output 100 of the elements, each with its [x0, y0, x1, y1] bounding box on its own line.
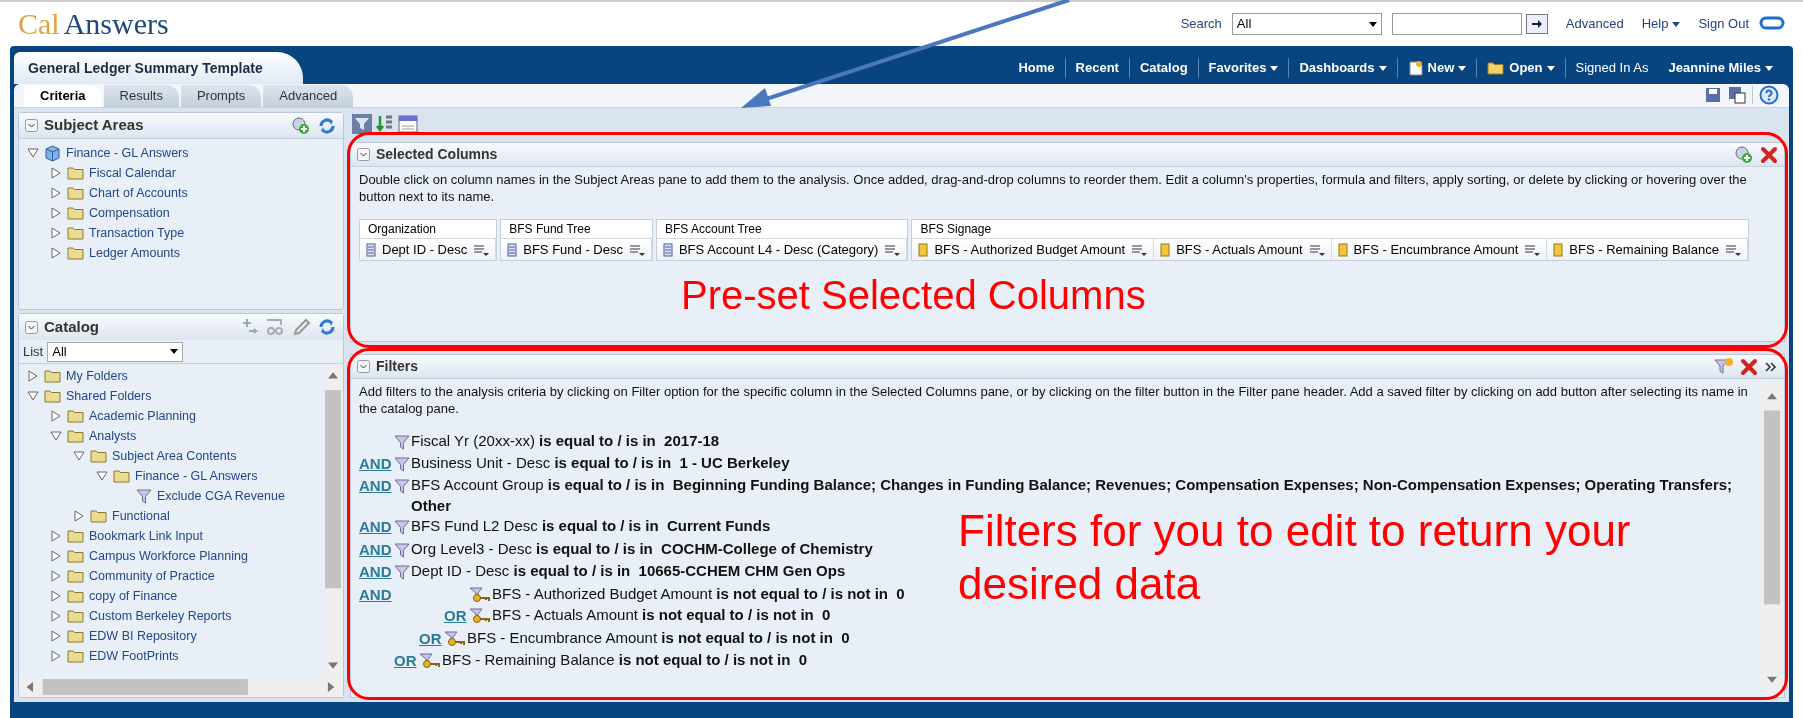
collapsed-triangle-icon[interactable]: [50, 570, 62, 582]
tree-item-label[interactable]: Chart of Accounts: [89, 183, 188, 203]
connector-link[interactable]: AND: [359, 585, 392, 603]
collapsed-triangle-icon[interactable]: [50, 630, 62, 642]
tree-item-label[interactable]: copy of Finance: [89, 586, 178, 606]
connector-link[interactable]: OR: [444, 607, 467, 624]
expanded-triangle-icon[interactable]: [96, 470, 108, 482]
add-icon[interactable]: [291, 115, 311, 136]
save-as-icon[interactable]: [1728, 86, 1746, 104]
refresh-icon[interactable]: [317, 115, 337, 136]
column-chip[interactable]: BFS Account L4 - Desc (Category): [656, 239, 908, 260]
pencil-icon[interactable]: [291, 317, 311, 337]
column-chip[interactable]: BFS - Encumbrance Amount: [1331, 239, 1548, 260]
collapsed-triangle-icon[interactable]: [50, 590, 62, 602]
tree-item-label[interactable]: Analysts: [89, 426, 137, 446]
collapsed-triangle-icon[interactable]: [50, 247, 62, 259]
list-select[interactable]: All: [47, 341, 184, 362]
scrollbar[interactable]: [323, 364, 343, 677]
tree-item-label[interactable]: Transaction Type: [89, 223, 185, 243]
table-icon[interactable]: [398, 114, 418, 134]
nav-link[interactable]: Recent: [1075, 58, 1119, 78]
scrollbar[interactable]: [19, 677, 343, 697]
sort-icon[interactable]: [375, 114, 395, 134]
search-field[interactable]: [1391, 13, 1522, 35]
tree-item-label[interactable]: Ledger Amounts: [89, 243, 181, 263]
nav-link[interactable]: Home: [1018, 58, 1055, 78]
nav-link[interactable]: Catalog: [1139, 58, 1188, 78]
connector-link[interactable]: OR: [394, 652, 417, 669]
expanded-triangle-icon[interactable]: [27, 147, 39, 159]
filter-toolbar-icon[interactable]: [352, 114, 372, 134]
tab[interactable]: Advanced: [263, 85, 354, 107]
search-scope-select[interactable]: All: [1231, 13, 1382, 35]
column-chip[interactable]: BFS - Remaining Balance: [1547, 239, 1748, 260]
expanded-triangle-icon[interactable]: [50, 430, 62, 442]
connector-link[interactable]: OR: [419, 629, 442, 647]
collapsed-triangle-icon[interactable]: [50, 207, 62, 219]
column-chip[interactable]: BFS Fund - Desc: [501, 239, 652, 260]
expanded-triangle-icon[interactable]: [27, 390, 39, 402]
tree-item-label[interactable]: Finance - GL Answers: [66, 143, 189, 163]
tab[interactable]: Results: [103, 85, 179, 107]
connector-link[interactable]: AND: [359, 518, 392, 535]
collapsed-triangle-icon[interactable]: [50, 187, 62, 199]
tree-item-label[interactable]: Campus Workforce Planning: [89, 546, 248, 566]
tab[interactable]: Criteria: [24, 85, 102, 107]
collapsed-triangle-icon[interactable]: [50, 610, 62, 622]
connector-link[interactable]: AND: [359, 540, 392, 558]
collapsed-triangle-icon[interactable]: [73, 510, 85, 522]
tree-item-label[interactable]: Compensation: [89, 203, 170, 223]
nav-link[interactable]: Open: [1509, 58, 1543, 78]
column-chip[interactable]: BFS - Authorized Budget Amount: [912, 239, 1155, 260]
collapse-icon[interactable]: [25, 119, 38, 132]
tree-item-label[interactable]: Functional: [112, 506, 170, 526]
collapsed-triangle-icon[interactable]: [50, 167, 62, 179]
collapsed-triangle-icon[interactable]: [50, 410, 62, 422]
expand-icon[interactable]: [1764, 359, 1778, 374]
add-icon[interactable]: [1734, 144, 1754, 165]
caret-icon: [170, 349, 179, 354]
delete-icon[interactable]: [1760, 145, 1778, 164]
collapsed-triangle-icon[interactable]: [27, 370, 39, 382]
connector-link[interactable]: AND: [359, 454, 392, 472]
refresh-icon[interactable]: [317, 317, 337, 337]
collapsed-triangle-icon[interactable]: [50, 227, 62, 239]
connector-link[interactable]: AND: [359, 477, 392, 494]
collapse-icon[interactable]: [25, 320, 38, 334]
tree-item-label[interactable]: Fiscal Calendar: [89, 163, 176, 183]
expanded-triangle-icon[interactable]: [73, 450, 85, 462]
user-menu[interactable]: Jeannine Miles: [1668, 58, 1761, 78]
tree-item-label[interactable]: Finance - GL Answers: [135, 466, 258, 486]
delete-icon[interactable]: [1740, 357, 1758, 376]
tree-item-label[interactable]: Shared Folders: [66, 386, 152, 406]
header-link[interactable]: Sign Out: [1698, 14, 1749, 34]
tree-item-label[interactable]: EDW FootPrints: [89, 646, 179, 666]
collapsed-triangle-icon[interactable]: [50, 530, 62, 542]
tab[interactable]: Prompts: [180, 85, 262, 107]
nav-link[interactable]: Favorites: [1208, 58, 1267, 78]
add-filter-icon[interactable]: [1714, 356, 1734, 377]
scrollbar[interactable]: [1762, 385, 1782, 691]
tree-item-label[interactable]: Bookmark Link Input: [89, 526, 203, 546]
collapsed-triangle-icon[interactable]: [50, 550, 62, 562]
header-link[interactable]: Advanced: [1565, 14, 1624, 34]
column-chip[interactable]: Dept ID - Desc: [360, 239, 497, 260]
header-link[interactable]: Help: [1641, 14, 1681, 34]
save-icon[interactable]: [1704, 86, 1722, 104]
column-chip[interactable]: BFS - Actuals Amount: [1154, 239, 1332, 260]
nav-link[interactable]: New: [1427, 58, 1455, 78]
help-icon[interactable]: [1759, 85, 1779, 105]
go-button[interactable]: [1525, 14, 1548, 34]
connector-link[interactable]: AND: [359, 563, 392, 580]
tree-item-label[interactable]: EDW BI Repository: [89, 626, 197, 646]
tree-item-label[interactable]: Academic Planning: [89, 406, 196, 426]
nav-link[interactable]: Dashboards: [1299, 58, 1375, 78]
collapse-icon[interactable]: [357, 360, 370, 373]
tree-item-label[interactable]: Subject Area Contents: [112, 446, 237, 466]
tree-item-label[interactable]: Custom Berkeley Reports: [89, 606, 232, 626]
collapse-icon[interactable]: [357, 148, 370, 161]
tree-item-label[interactable]: Exclude CGA Revenue: [157, 486, 285, 506]
tree-item-label[interactable]: Community of Practice: [89, 566, 215, 586]
tree-item-label[interactable]: My Folders: [66, 366, 128, 386]
folder-icon: [67, 649, 84, 663]
collapsed-triangle-icon[interactable]: [50, 650, 62, 662]
